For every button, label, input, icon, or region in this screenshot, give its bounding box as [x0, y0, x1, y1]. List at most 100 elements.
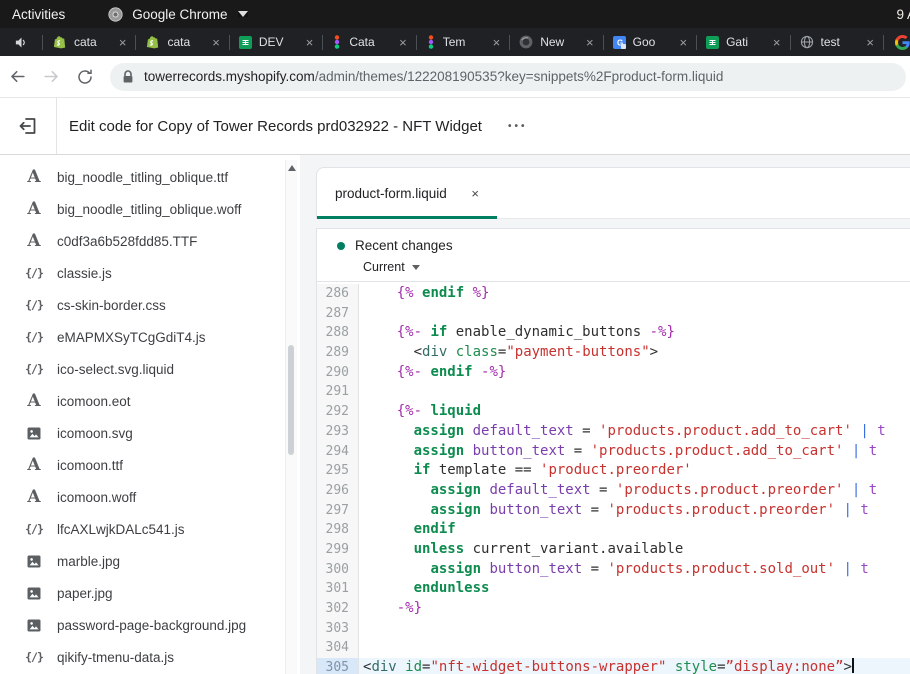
sidebar-scrollbar[interactable] — [285, 160, 297, 674]
image-file-icon — [24, 555, 44, 568]
file-item[interactable]: Abig_noodle_titling_oblique.woff — [0, 193, 300, 225]
line-number: 293 — [317, 422, 359, 442]
code-line: 296 assign default_text = 'products.prod… — [317, 481, 910, 501]
tab-close-icon[interactable]: × — [471, 186, 479, 201]
lock-icon[interactable] — [122, 70, 134, 84]
code-file-icon: {/} — [24, 298, 44, 312]
tab-close-icon[interactable]: × — [679, 35, 687, 50]
code-line: 286 {% endif %} — [317, 284, 910, 304]
url-text: towerrecords.myshopify.com/admin/themes/… — [144, 69, 723, 84]
clock[interactable]: 9 A — [896, 7, 910, 22]
line-number: 294 — [317, 442, 359, 462]
browser-tab[interactable]: Cata× — [323, 28, 415, 56]
line-number: 298 — [317, 520, 359, 540]
file-name: icomoon.eot — [57, 394, 131, 409]
file-item[interactable]: marble.jpg — [0, 545, 300, 577]
url-path: /admin/themes/122208190535?key=snippets%… — [315, 69, 724, 84]
browser-tab[interactable]: cata× — [136, 28, 228, 56]
tab-close-icon[interactable]: × — [493, 35, 501, 50]
tab-close-icon[interactable]: × — [119, 35, 127, 50]
image-file-icon — [24, 619, 44, 632]
browser-tab-title: New — [540, 35, 579, 49]
unsaved-changes-dot — [337, 242, 345, 250]
tab-close-icon[interactable]: × — [399, 35, 407, 50]
more-options-button[interactable]: ••• — [508, 121, 528, 132]
scrollbar-thumb[interactable] — [288, 345, 294, 455]
code-line: 300 assign button_text = 'products.produ… — [317, 560, 910, 580]
file-item[interactable]: {/}ico-select.svg.liquid — [0, 353, 300, 385]
code-line-text: unless current_variant.available — [359, 540, 910, 560]
browser-tab-title: Tem — [443, 35, 486, 49]
file-item[interactable]: Ac0df3a6b528fdd85.TTF — [0, 225, 300, 257]
font-file-icon: A — [24, 199, 44, 219]
file-item[interactable]: Abig_noodle_titling_oblique.ttf — [0, 161, 300, 193]
code-file-icon: {/} — [24, 522, 44, 536]
browser-tab-title: Goo — [633, 35, 673, 49]
font-file-icon: A — [24, 231, 44, 251]
code-line: 301 endunless — [317, 579, 910, 599]
file-name: icomoon.svg — [57, 426, 133, 441]
active-tab-indicator — [317, 216, 497, 219]
image-file-icon — [24, 427, 44, 440]
editor-tab-product-form[interactable]: product-form.liquid × — [317, 168, 497, 218]
reload-button[interactable] — [68, 68, 102, 86]
browser-tab[interactable]: GGoo× — [604, 28, 696, 56]
app-menu-label: Google Chrome — [132, 7, 227, 22]
file-name: paper.jpg — [57, 586, 113, 601]
line-number: 297 — [317, 501, 359, 521]
code-line-text: <div id="nft-widget-buttons-wrapper" sty… — [359, 658, 910, 674]
forward-button[interactable] — [34, 67, 68, 86]
version-label: Current — [363, 260, 405, 274]
browser-tab[interactable]: cata× — [43, 28, 135, 56]
globe-icon — [800, 35, 814, 49]
browser-tab-partial[interactable] — [884, 28, 910, 56]
file-name: password-page-background.jpg — [57, 618, 246, 633]
app-menu[interactable]: Google Chrome — [107, 6, 247, 23]
menu-caret-icon — [238, 11, 248, 17]
file-item[interactable]: paper.jpg — [0, 577, 300, 609]
file-item[interactable]: {/}qikify-tmenu-data.js — [0, 641, 300, 673]
line-number: 292 — [317, 402, 359, 422]
version-dropdown[interactable]: Current — [363, 260, 910, 274]
file-item[interactable]: Aicomoon.eot — [0, 385, 300, 417]
file-item[interactable]: {/}eMAPMXSyTCgGdiT4.js — [0, 321, 300, 353]
file-item[interactable]: {/}cs-skin-border.css — [0, 289, 300, 321]
tab-close-icon[interactable]: × — [773, 35, 781, 50]
scroll-up-icon[interactable] — [288, 165, 296, 171]
file-item[interactable]: password-page-background.jpg — [0, 609, 300, 641]
code-line: 303 — [317, 619, 910, 639]
browser-tab[interactable]: test× — [791, 28, 883, 56]
browser-tab[interactable]: Tem × — [417, 28, 509, 56]
file-item[interactable]: {/}lfcAXLwjkDALc541.js — [0, 513, 300, 545]
browser-toolbar: towerrecords.myshopify.com/admin/themes/… — [0, 56, 910, 98]
tab-close-icon[interactable]: × — [212, 35, 220, 50]
browser-tab[interactable]: Gati× — [697, 28, 789, 56]
tab-close-icon[interactable]: × — [586, 35, 594, 50]
exit-code-editor-button[interactable] — [0, 98, 57, 154]
line-number: 287 — [317, 304, 359, 324]
tab-close-icon[interactable]: × — [866, 35, 874, 50]
page-title: Edit code for Copy of Tower Records prd0… — [69, 118, 482, 135]
file-item[interactable]: Aicomoon.ttf — [0, 449, 300, 481]
code-line: 304 — [317, 638, 910, 658]
code-line: 290 {%- endif -%} — [317, 363, 910, 383]
browser-tab[interactable]: DEV× — [230, 28, 322, 56]
file-item[interactable]: Aicomoon.woff — [0, 481, 300, 513]
browser-tab[interactable]: New × — [510, 28, 602, 56]
code-file-icon: {/} — [24, 650, 44, 664]
url-domain: towerrecords.myshopify.com — [144, 69, 315, 84]
line-number: 304 — [317, 638, 359, 658]
file-sidebar: Abig_noodle_titling_oblique.ttfAbig_nood… — [0, 155, 300, 674]
code-area[interactable]: 286 {% endif %}287288 {%- if enable_dyna… — [316, 282, 910, 674]
line-number: 288 — [317, 323, 359, 343]
back-button[interactable] — [0, 67, 34, 86]
file-item[interactable]: {/}classie.js — [0, 257, 300, 289]
sheets-icon — [239, 36, 252, 49]
speaker-icon — [0, 35, 42, 50]
address-bar[interactable]: towerrecords.myshopify.com/admin/themes/… — [110, 63, 906, 91]
file-item[interactable]: icomoon.svg — [0, 417, 300, 449]
code-line-text: assign default_text = 'products.product.… — [359, 422, 910, 442]
code-line-text: endunless — [359, 579, 910, 599]
activities-button[interactable]: Activities — [12, 7, 65, 22]
tab-close-icon[interactable]: × — [306, 35, 314, 50]
